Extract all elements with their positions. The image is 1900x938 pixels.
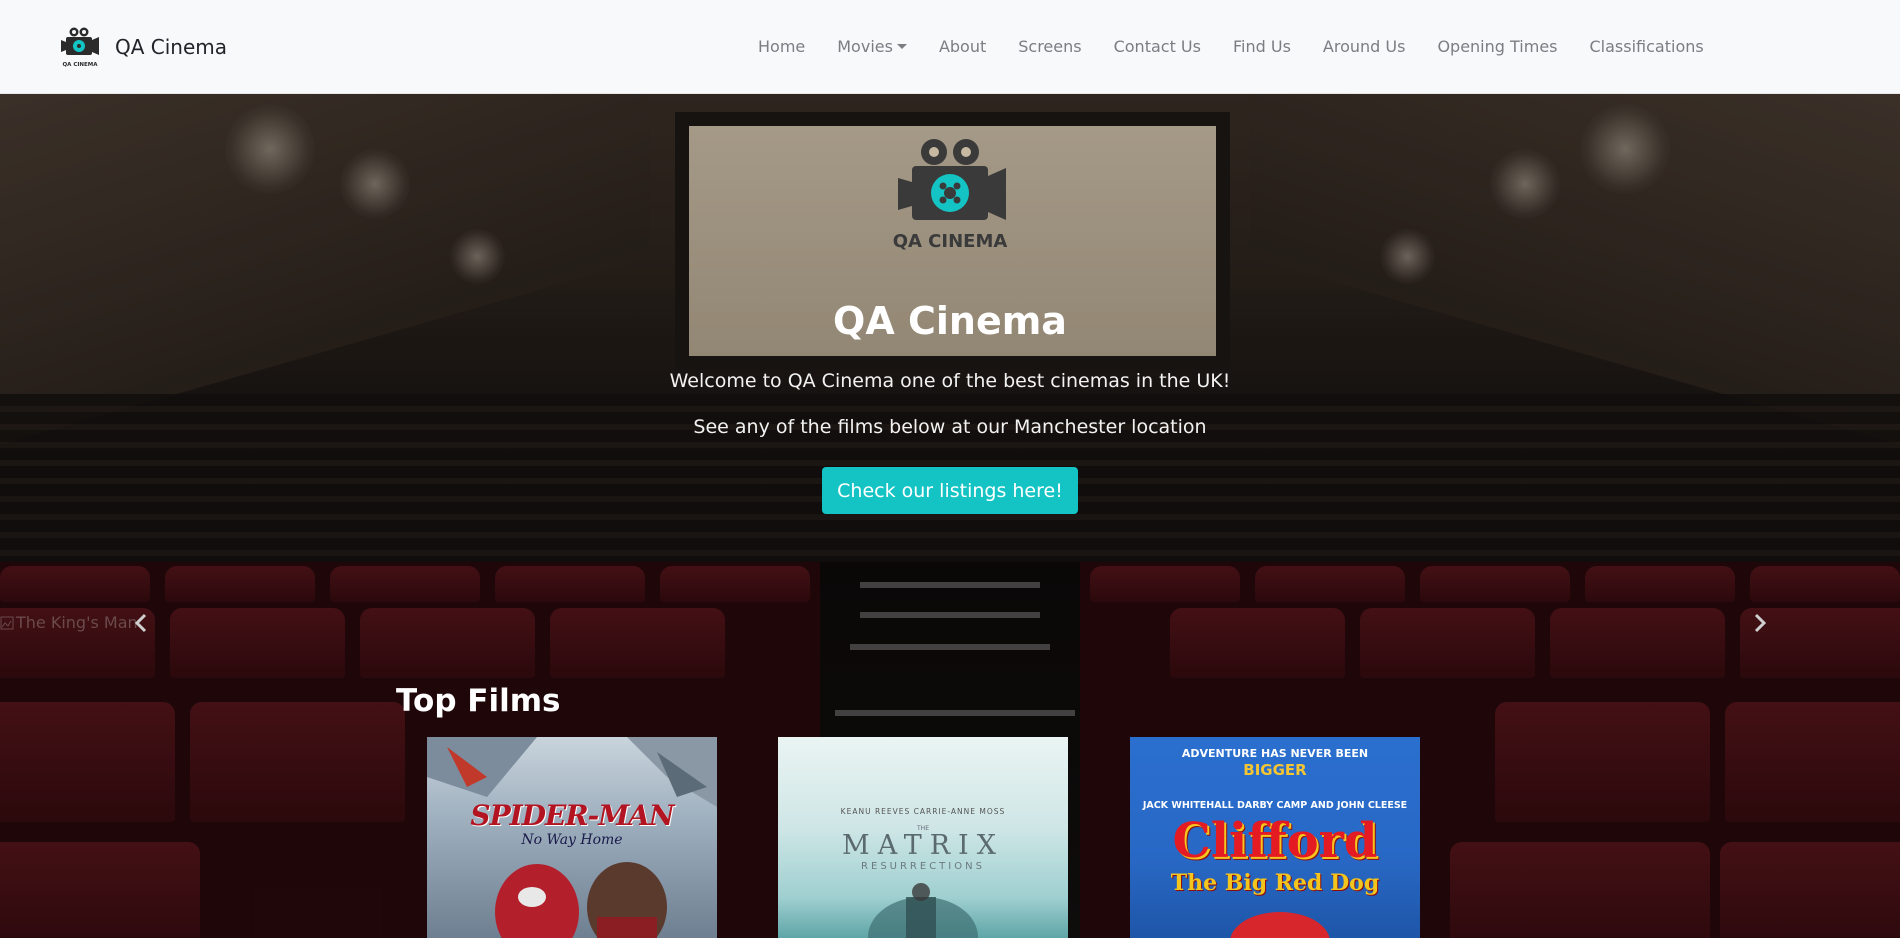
nav-around-us[interactable]: Around Us xyxy=(1323,38,1406,56)
clifford-tagline-bigger: BIGGER xyxy=(1243,761,1307,779)
nav-classifications[interactable]: Classifications xyxy=(1590,38,1704,56)
nav-contact-us[interactable]: Contact Us xyxy=(1114,38,1201,56)
nav-movies-dropdown[interactable]: Movies xyxy=(837,38,907,56)
nav-about[interactable]: About xyxy=(939,38,986,56)
navbar: QA CINEMA QA Cinema Home Movies About Sc… xyxy=(0,0,1900,94)
nav-home[interactable]: Home xyxy=(758,38,805,56)
nav-find-us[interactable]: Find Us xyxy=(1233,38,1291,56)
logo-caption: QA CINEMA xyxy=(62,62,98,68)
carousel-image-alt: The King's Man xyxy=(16,613,138,632)
camera-logo-icon: QA CINEMA xyxy=(61,27,99,68)
nav-opening-times[interactable]: Opening Times xyxy=(1437,38,1557,56)
hero-welcome-text: Welcome to QA Cinema one of the best cin… xyxy=(669,370,1231,392)
carousel-prev-icon[interactable] xyxy=(131,612,153,634)
clifford-subtitle: The Big Red Dog xyxy=(1170,870,1380,896)
brand[interactable]: QA CINEMA QA Cinema xyxy=(60,26,227,68)
check-listings-button[interactable]: Check our listings here! xyxy=(822,467,1078,514)
top-films-title: Top Films xyxy=(396,683,561,719)
qa-cinema-logo-icon: QA CINEMA xyxy=(893,139,1008,252)
hero-logo-caption: QA CINEMA xyxy=(893,231,1008,252)
clifford-title: Clifford xyxy=(1172,813,1378,869)
hero-location-text: See any of the films below at our Manche… xyxy=(693,416,1207,438)
matrix-actors: KEANU REEVES CARRIE-ANNE MOSS xyxy=(840,807,1006,816)
nav-movies-label: Movies xyxy=(837,37,893,56)
broken-image-icon xyxy=(0,616,14,630)
clifford-actors: JACK WHITEHALL DARBY CAMP AND JOHN CLEES… xyxy=(1142,800,1408,811)
matrix-title: MATRIX xyxy=(842,830,1004,861)
nav-links: Home Movies About Screens Contact Us Fin… xyxy=(758,38,1736,56)
poster-spiderman[interactable]: SPIDER-MAN No Way Home xyxy=(427,737,717,938)
poster-matrix[interactable]: KEANU REEVES CARRIE-ANNE MOSS THE MATRIX… xyxy=(778,737,1068,938)
hero-jumbotron: QA CINEMA QA Cinema Welcome to QA Cinema… xyxy=(0,94,1900,562)
hero-title: QA Cinema xyxy=(833,299,1067,343)
matrix-subtitle: RESURRECTIONS xyxy=(861,861,985,872)
clifford-tagline: ADVENTURE HAS NEVER BEEN xyxy=(1181,747,1369,760)
carousel-image: The King's Man xyxy=(0,613,138,632)
spiderman-subtitle: No Way Home xyxy=(521,832,623,848)
nav-screens[interactable]: Screens xyxy=(1018,38,1081,56)
caret-down-icon xyxy=(896,44,907,49)
poster-clifford[interactable]: ADVENTURE HAS NEVER BEEN BIGGER JACK WHI… xyxy=(1130,737,1420,938)
brand-name[interactable]: QA Cinema xyxy=(115,37,227,57)
spiderman-title: SPIDER-MAN xyxy=(470,799,674,832)
carousel-next-icon[interactable] xyxy=(1748,612,1770,634)
